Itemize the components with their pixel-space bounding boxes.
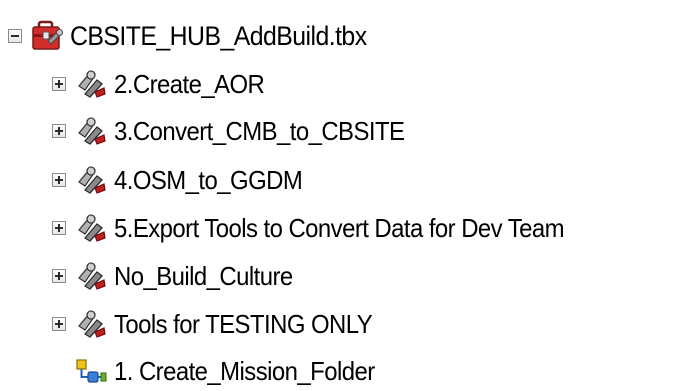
expand-icon[interactable] xyxy=(52,269,66,283)
catalog-tree: CBSITE_HUB_AddBuild.tbx 2.Create_AOR 3.C… xyxy=(0,0,695,389)
tree-item-export-tools[interactable]: 5.Export Tools to Convert Data for Dev T… xyxy=(52,208,603,248)
expand-icon[interactable] xyxy=(52,221,66,235)
toolbox-node[interactable]: CBSITE_HUB_AddBuild.tbx xyxy=(8,16,392,56)
tree-item-create-mission-folder[interactable]: 1. Create_Mission_Folder xyxy=(52,351,397,391)
toolset-icon xyxy=(74,307,108,341)
expand-icon[interactable] xyxy=(52,77,66,91)
expand-icon[interactable] xyxy=(52,173,66,187)
tree-item-create-aor[interactable]: 2.Create_AOR xyxy=(52,64,277,104)
expander-spacer xyxy=(52,364,66,378)
tree-item-no-build-culture[interactable]: No_Build_Culture xyxy=(52,256,308,296)
toolset-icon xyxy=(74,163,108,197)
tree-item-convert-cmb-to-cbsite[interactable]: 3.Convert_CMB_to_CBSITE xyxy=(52,111,430,151)
tree-item-label: 4.OSM_to_GGDM xyxy=(114,165,303,195)
tree-item-label: Tools for TESTING ONLY xyxy=(114,309,373,339)
expand-icon[interactable] xyxy=(52,317,66,331)
tree-item-label: 5.Export Tools to Convert Data for Dev T… xyxy=(114,213,565,243)
model-tool-icon xyxy=(74,354,108,388)
expand-icon[interactable] xyxy=(52,124,66,138)
tree-item-label: 1. Create_Mission_Folder xyxy=(114,356,375,386)
toolset-icon xyxy=(74,114,108,148)
toolset-icon xyxy=(74,211,108,245)
tree-item-osm-to-ggdm[interactable]: 4.OSM_to_GGDM xyxy=(52,160,319,200)
tree-item-label: No_Build_Culture xyxy=(114,261,293,291)
toolset-icon xyxy=(74,67,108,101)
tree-item-tools-for-testing[interactable]: Tools for TESTING ONLY xyxy=(52,304,395,344)
collapse-icon[interactable] xyxy=(8,29,22,43)
tree-item-label: 3.Convert_CMB_to_CBSITE xyxy=(114,116,405,146)
toolset-icon xyxy=(74,259,108,293)
tree-item-label: 2.Create_AOR xyxy=(114,69,265,99)
toolbox-name: CBSITE_HUB_AddBuild.tbx xyxy=(70,21,367,51)
toolbox-icon xyxy=(30,19,64,53)
